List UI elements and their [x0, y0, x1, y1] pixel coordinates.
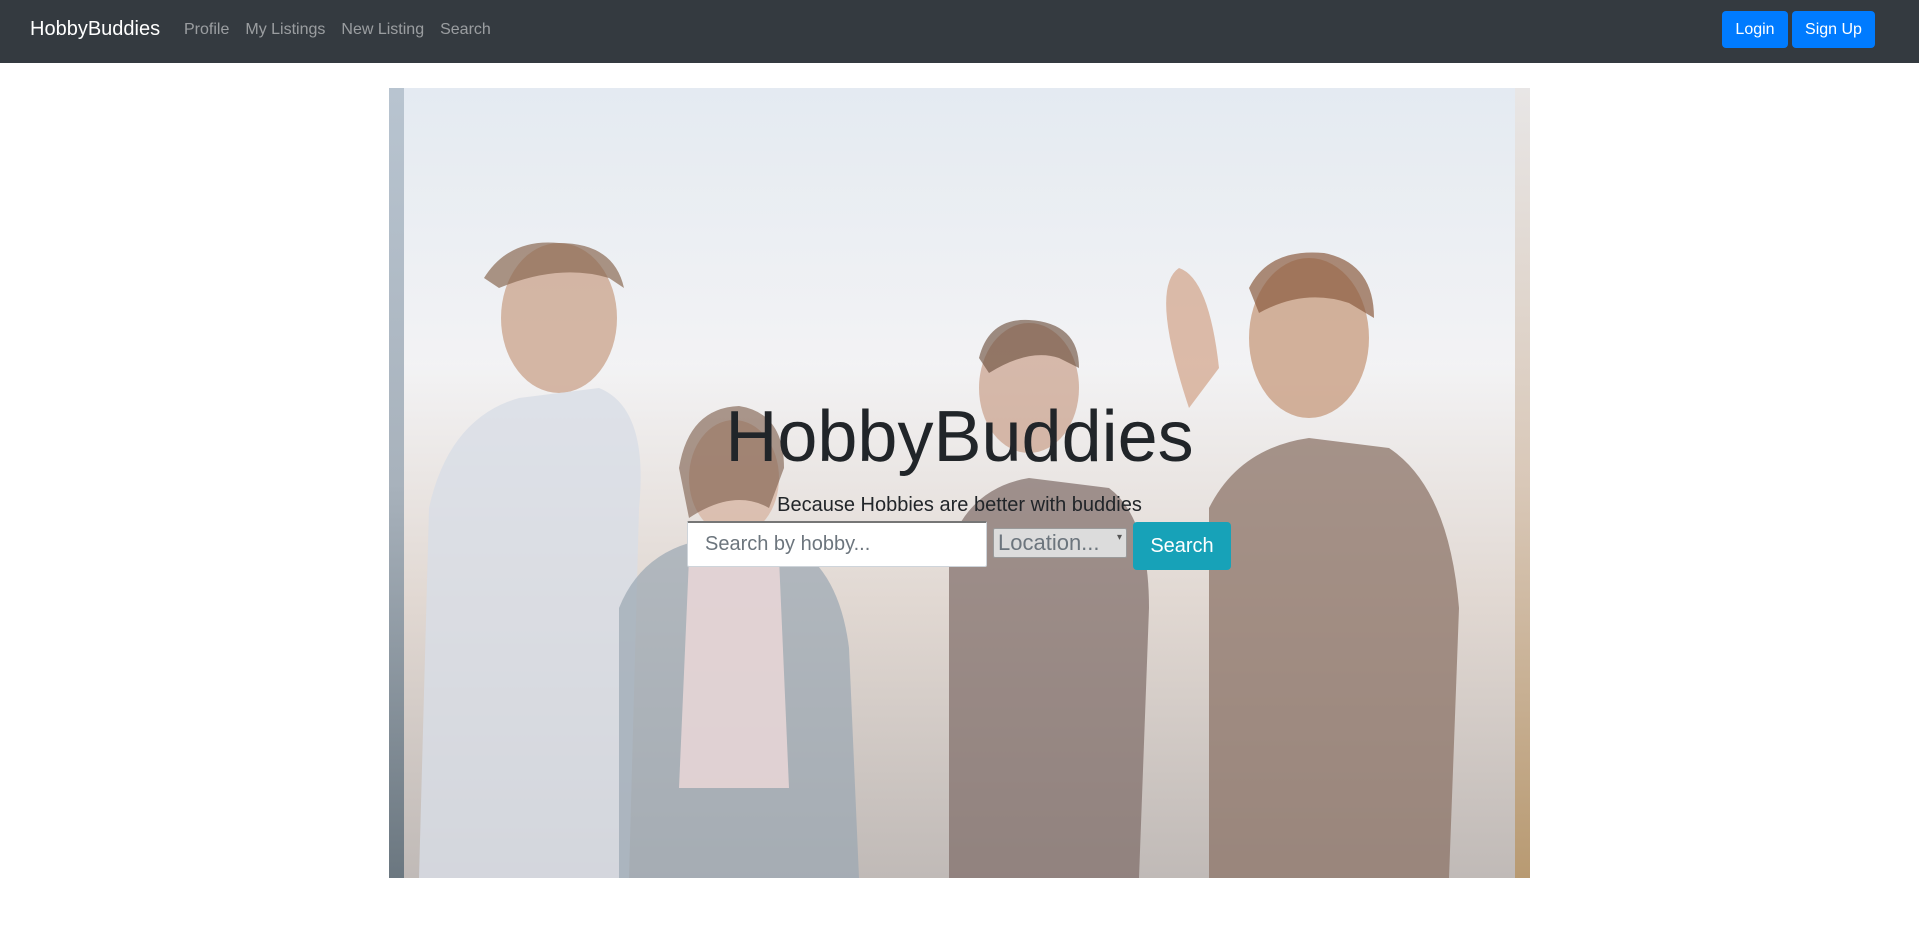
- location-select[interactable]: Location... ▾: [993, 528, 1127, 558]
- nav-link-profile[interactable]: Profile: [184, 20, 229, 39]
- login-button[interactable]: Login: [1722, 11, 1788, 48]
- hero-banner: HobbyBuddies Because Hobbies are better …: [389, 88, 1530, 878]
- search-button[interactable]: Search: [1133, 522, 1231, 570]
- location-select-label: Location...: [998, 530, 1100, 555]
- navbar: HobbyBuddies Profile My Listings New Lis…: [0, 0, 1919, 63]
- hobby-search-input[interactable]: [687, 521, 987, 567]
- nav-link-new-listing[interactable]: New Listing: [341, 20, 424, 39]
- nav-link-my-listings[interactable]: My Listings: [245, 20, 325, 39]
- chevron-down-icon: ▾: [1116, 532, 1122, 543]
- hero-subtitle: Because Hobbies are better with buddies: [777, 494, 1142, 516]
- hero-content: HobbyBuddies Because Hobbies are better …: [389, 88, 1530, 878]
- nav-link-search[interactable]: Search: [440, 20, 491, 39]
- brand-link[interactable]: HobbyBuddies: [30, 17, 160, 41]
- hero-title: HobbyBuddies: [725, 397, 1194, 477]
- signup-button[interactable]: Sign Up: [1792, 11, 1875, 48]
- nav-links: Profile My Listings New Listing Search: [184, 20, 507, 39]
